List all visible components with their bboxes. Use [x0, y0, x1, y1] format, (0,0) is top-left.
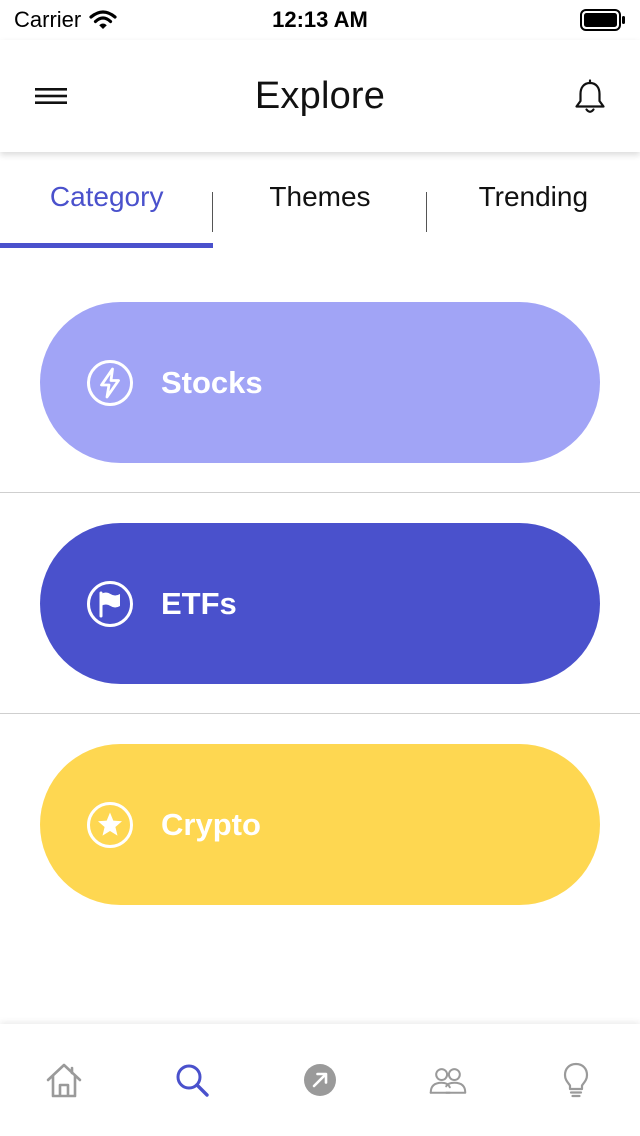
people-icon: [429, 1068, 467, 1094]
hamburger-menu-icon[interactable]: [34, 84, 70, 108]
nav-explore[interactable]: [128, 1060, 256, 1100]
category-etfs-button[interactable]: ETFs: [40, 523, 600, 684]
tab-trending[interactable]: Trending: [427, 152, 640, 248]
nav-community[interactable]: [384, 1060, 512, 1100]
nav-home[interactable]: [0, 1060, 128, 1100]
bell-icon[interactable]: [572, 78, 608, 116]
divider: [0, 492, 640, 493]
divider: [0, 713, 640, 714]
star-icon: [87, 801, 133, 848]
nav-ideas[interactable]: [512, 1060, 640, 1100]
lightning-bolt-icon: [87, 359, 133, 406]
flag-icon: [87, 580, 133, 627]
battery-icon: [580, 9, 626, 31]
page-title: Explore: [254, 74, 386, 117]
tab-bar: Category Themes Trending: [0, 152, 640, 248]
bottom-nav: [0, 1024, 640, 1136]
tab-category[interactable]: Category: [0, 152, 214, 248]
search-icon: [176, 1064, 209, 1097]
arrow-circle-icon: [304, 1064, 336, 1096]
status-left: Carrier: [14, 7, 117, 33]
lightbulb-icon: [563, 1062, 589, 1098]
category-stocks-button[interactable]: Stocks: [40, 302, 600, 463]
carrier-label: Carrier: [14, 7, 82, 32]
tab-trending-label: Trending: [478, 181, 589, 212]
category-crypto-button[interactable]: Crypto: [40, 744, 600, 905]
home-icon: [46, 1063, 82, 1098]
explore-screen: Carrier 12:13 AM Explore Category Themes…: [0, 0, 640, 1136]
wifi-icon: [89, 10, 117, 29]
category-crypto-label: Crypto: [161, 806, 261, 842]
app-header: Explore: [0, 40, 640, 152]
tab-themes-label: Themes: [269, 181, 371, 212]
category-etfs-label: ETFs: [161, 585, 237, 621]
nav-trade[interactable]: [256, 1060, 384, 1100]
tab-themes[interactable]: Themes: [213, 152, 427, 248]
tab-category-label: Category: [49, 181, 164, 212]
category-stocks-label: Stocks: [161, 364, 263, 400]
status-bar: Carrier 12:13 AM: [0, 0, 640, 40]
